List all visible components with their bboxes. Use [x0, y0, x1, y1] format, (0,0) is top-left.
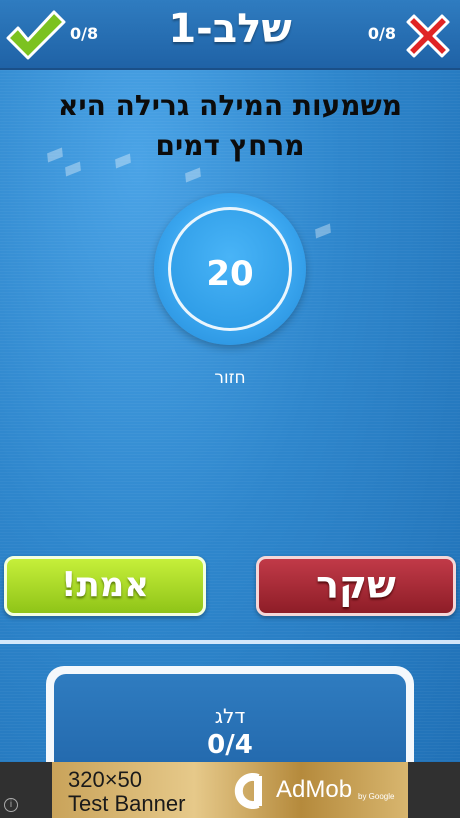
- ad-banner-text: Test Banner: [68, 791, 186, 816]
- question-line-1: משמעות המילה גרילה היא: [58, 89, 402, 122]
- ad-by-google: by Google: [358, 792, 395, 801]
- decorative-streak: [315, 223, 331, 239]
- divider: [0, 640, 460, 644]
- question-line-2: מרחץ דמים: [155, 129, 305, 162]
- admob-logo-icon: [228, 772, 268, 810]
- repeat-button[interactable]: חזור: [180, 368, 280, 388]
- info-icon[interactable]: i: [4, 798, 18, 812]
- skip-label: דלג: [214, 704, 246, 728]
- green-checkmark-icon: [4, 8, 66, 62]
- false-button[interactable]: שקר: [256, 556, 456, 616]
- correct-score: 0/8: [70, 24, 99, 43]
- skip-count: 0/4: [207, 730, 253, 760]
- red-x-icon: [400, 8, 456, 64]
- top-bar: 0/8 שלב-1 0/8: [0, 0, 460, 70]
- ad-brand: AdMob: [276, 776, 353, 803]
- ad-banner[interactable]: 320×50 Test Banner AdMob by Google i: [0, 762, 460, 818]
- level-title: שלב-1: [168, 6, 292, 52]
- wrong-score: 0/8: [367, 24, 396, 43]
- countdown-timer: 20: [154, 193, 306, 345]
- timer-face: 20: [168, 207, 292, 331]
- timer-value: 20: [206, 254, 254, 294]
- question-text: משמעות המילה גרילה היא מרחץ דמים: [20, 86, 440, 166]
- ad-banner-content[interactable]: 320×50 Test Banner AdMob by Google: [52, 762, 408, 818]
- ad-size-text: 320×50: [68, 767, 143, 792]
- true-button[interactable]: אמת!: [4, 556, 206, 616]
- quiz-screen: 0/8 שלב-1 0/8 משמעות המילה גרילה היא מרח…: [0, 0, 460, 818]
- decorative-streak: [185, 167, 201, 183]
